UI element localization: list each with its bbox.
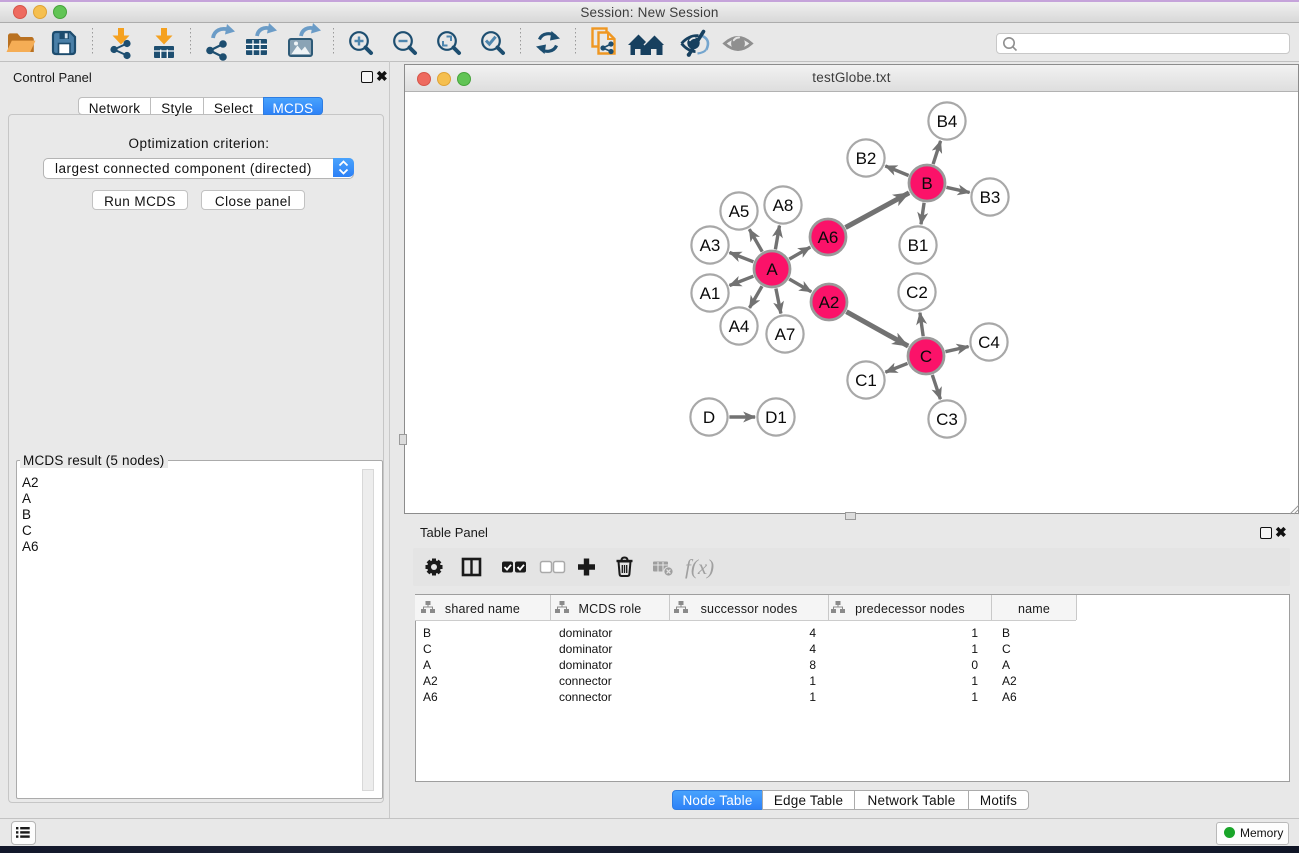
svg-text:C4: C4 [978, 333, 1000, 352]
svg-text:B2: B2 [856, 149, 877, 168]
svg-text:A8: A8 [773, 196, 794, 215]
svg-text:C1: C1 [855, 371, 877, 390]
svg-text:B: B [921, 174, 932, 193]
svg-text:A: A [766, 260, 778, 279]
svg-text:B1: B1 [908, 236, 929, 255]
svg-text:A7: A7 [775, 325, 796, 344]
svg-text:D1: D1 [765, 408, 787, 427]
svg-text:C: C [920, 347, 932, 366]
svg-text:f(x): f(x) [685, 555, 714, 579]
svg-text:A4: A4 [729, 317, 750, 336]
svg-text:A6: A6 [818, 228, 839, 247]
svg-text:D: D [703, 408, 715, 427]
svg-text:A5: A5 [729, 202, 750, 221]
svg-text:A2: A2 [819, 293, 840, 312]
svg-text:C2: C2 [906, 283, 928, 302]
svg-text:B4: B4 [937, 112, 958, 131]
svg-text:A1: A1 [700, 284, 721, 303]
svg-text:B3: B3 [980, 188, 1001, 207]
svg-text:C3: C3 [936, 410, 958, 429]
svg-text:A3: A3 [700, 236, 721, 255]
